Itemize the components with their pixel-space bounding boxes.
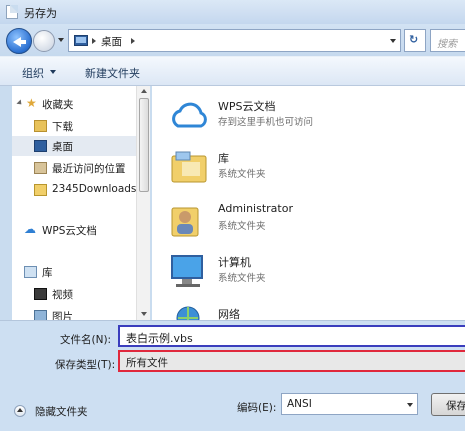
title-bar: 另存为 — [0, 0, 465, 24]
filename-value: 表白示例.vbs — [126, 332, 193, 345]
refresh-button[interactable]: ↻ — [404, 29, 426, 52]
video-icon — [34, 288, 47, 300]
breadcrumb-desktop[interactable]: 桌面 — [101, 34, 122, 49]
nav-wps-cloud[interactable]: ☁ WPS云文档 — [12, 220, 136, 240]
nav-label: 收藏夹 — [42, 99, 74, 111]
item-desc: 系统文件夹 — [218, 221, 266, 232]
item-desc: 系统文件夹 — [218, 169, 266, 180]
forward-button[interactable] — [33, 30, 55, 52]
save-label: 保存 — [446, 400, 465, 412]
scroll-up-icon[interactable] — [141, 89, 147, 93]
item-name: 库 — [218, 152, 229, 165]
save-button[interactable]: 保存 — [431, 393, 465, 416]
encoding-label: 编码(E): — [237, 402, 277, 414]
nav-desktop[interactable]: 桌面 — [12, 136, 136, 156]
nav-label: 图片 — [52, 311, 73, 320]
nav-videos[interactable]: 视频 — [12, 284, 136, 304]
cloud-icon: ☁ — [24, 222, 36, 236]
nav-recent-places[interactable]: 最近访问的位置 — [12, 158, 136, 178]
scroll-thumb[interactable] — [139, 98, 149, 192]
nav-favorites[interactable]: ★ 收藏夹 — [12, 94, 136, 114]
user-folder-icon — [171, 207, 199, 237]
filetype-select[interactable]: 所有文件 — [118, 350, 465, 372]
back-button[interactable] — [6, 28, 32, 54]
organize-button[interactable]: 组织 — [22, 65, 44, 81]
nav-label: 最近访问的位置 — [52, 163, 126, 175]
encoding-select[interactable]: ANSI — [281, 393, 418, 415]
desktop-icon — [74, 35, 88, 46]
list-item[interactable]: 计算机 系统文件夹 — [152, 246, 452, 298]
document-icon — [6, 5, 18, 19]
computer-icon — [171, 255, 203, 287]
nav-2345downloads[interactable]: 2345Downloads — [12, 180, 136, 200]
recent-pages-dropdown[interactable] — [58, 38, 64, 42]
nav-label: WPS云文档 — [42, 225, 97, 237]
hide-folders-label: 隐藏文件夹 — [35, 406, 88, 418]
nav-label: 库 — [42, 267, 53, 279]
navigation-pane: ★ 收藏夹 下载 桌面 最近访问的位置 2345Downloads ☁ WPS云… — [12, 86, 148, 320]
nav-scrollbar[interactable] — [136, 86, 150, 320]
chevron-right-icon[interactable] — [131, 38, 135, 44]
file-list: WPS云文档 存到这里手机也可访问 库 系统文件夹 Administrator … — [152, 86, 465, 320]
nav-label: 视频 — [52, 289, 73, 301]
save-form: 文件名(N): 表白示例.vbs 保存类型(T): 所有文件 隐藏文件夹 编码(… — [0, 320, 465, 431]
list-item[interactable]: Administrator 系统文件夹 — [152, 194, 452, 246]
folder-icon — [34, 184, 47, 196]
chevron-down-icon[interactable] — [50, 70, 56, 74]
chevron-up-icon — [14, 405, 26, 417]
encoding-value: ANSI — [287, 398, 312, 410]
filename-label: 文件名(N): — [60, 334, 112, 346]
list-item[interactable]: 网络 — [152, 298, 452, 320]
expand-icon[interactable] — [16, 99, 24, 107]
scroll-down-icon[interactable] — [141, 312, 147, 316]
search-input[interactable]: 搜索 — [430, 29, 465, 52]
item-name: 计算机 — [218, 256, 251, 269]
item-desc: 存到这里手机也可访问 — [218, 117, 314, 128]
list-item[interactable]: WPS云文档 存到这里手机也可访问 — [152, 90, 452, 142]
filetype-label: 保存类型(T): — [55, 359, 116, 371]
filename-input[interactable]: 表白示例.vbs — [118, 325, 465, 347]
item-desc: 系统文件夹 — [218, 273, 266, 284]
nav-libraries[interactable]: 库 — [12, 262, 136, 282]
address-row: 桌面 ↻ 搜索 — [0, 24, 465, 56]
nav-label: 桌面 — [52, 141, 73, 153]
desktop-icon — [34, 140, 47, 152]
cloud-icon — [172, 102, 207, 128]
item-name: Administrator — [218, 202, 293, 215]
pictures-icon — [34, 310, 47, 320]
item-name: 网络 — [218, 308, 240, 320]
new-folder-button[interactable]: 新建文件夹 — [85, 65, 140, 81]
filetype-value: 所有文件 — [126, 357, 168, 369]
library-icon — [171, 151, 207, 183]
network-icon — [176, 306, 200, 320]
downloads-folder-icon — [34, 120, 47, 132]
address-dropdown-icon[interactable] — [390, 39, 396, 43]
command-bar: 组织 新建文件夹 — [0, 56, 465, 86]
star-icon: ★ — [26, 96, 37, 110]
nav-label: 下载 — [52, 121, 73, 133]
nav-downloads[interactable]: 下载 — [12, 116, 136, 136]
list-item[interactable]: 库 系统文件夹 — [152, 142, 452, 194]
library-icon — [24, 266, 37, 278]
chevron-right-icon[interactable] — [92, 38, 96, 44]
chevron-down-icon[interactable] — [407, 403, 413, 407]
search-placeholder: 搜索 — [437, 39, 457, 50]
window-title: 另存为 — [24, 7, 57, 20]
recent-places-icon — [34, 162, 47, 174]
nav-label: 2345Downloads — [52, 183, 137, 195]
refresh-icon: ↻ — [409, 33, 419, 46]
address-bar[interactable]: 桌面 — [68, 29, 401, 52]
nav-pictures[interactable]: 图片 — [12, 306, 136, 320]
item-name: WPS云文档 — [218, 100, 276, 113]
hide-folders-button[interactable]: 隐藏文件夹 — [14, 402, 104, 420]
